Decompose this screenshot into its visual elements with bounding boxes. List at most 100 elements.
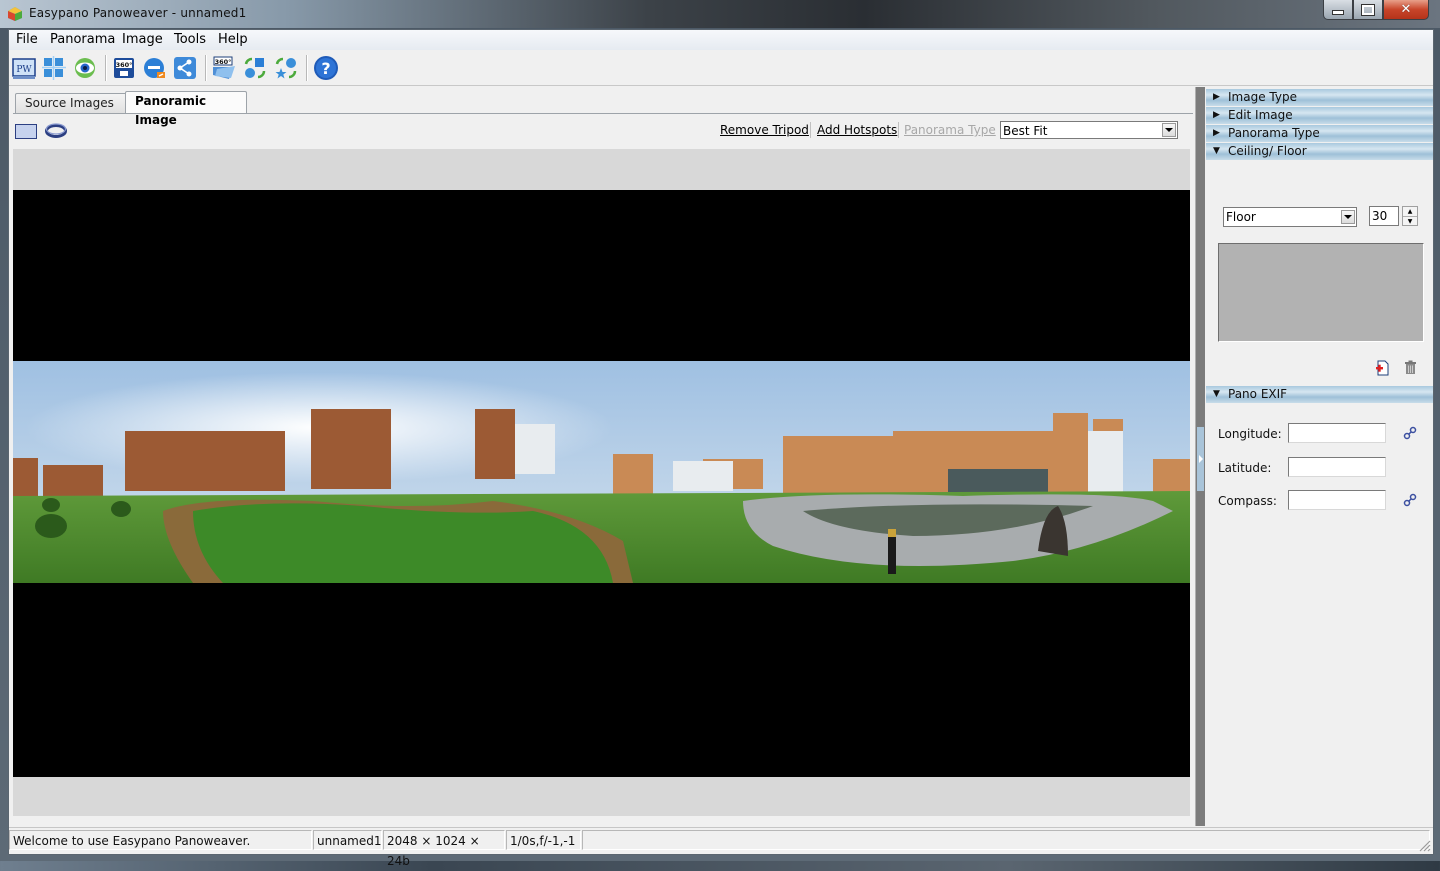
svg-text:360°: 360° (215, 58, 232, 66)
spin-up-icon[interactable]: ▲ (1403, 207, 1417, 217)
menu-bar: File Panorama Image Tools Help (9, 30, 1433, 50)
panorama-workspace: Source Images Panoramic Image Remove Tri… (9, 87, 1196, 826)
pw-icon: PW (12, 58, 36, 79)
longitude-label: Longitude: (1218, 427, 1282, 441)
section-panorama-type[interactable]: ▶ Panorama Type (1206, 125, 1433, 142)
properties-panel: ▶ Image Type ▶ Edit Image ▶ Panorama Typ… (1206, 87, 1433, 826)
add-image-icon[interactable] (1375, 360, 1389, 376)
preview-button[interactable] (72, 55, 98, 81)
open-360-icon: 360° (213, 56, 235, 79)
menu-tools[interactable]: Tools (174, 32, 206, 47)
share-button[interactable] (172, 55, 198, 81)
section-pano-exif[interactable]: ▼ Pano EXIF (1206, 386, 1433, 403)
fit-mode-value: Best Fit (1003, 124, 1048, 138)
panel-splitter[interactable] (1196, 87, 1205, 826)
panorama-canvas[interactable] (13, 149, 1190, 816)
collapse-arrow-icon: ▼ (1213, 146, 1220, 156)
chevron-down-icon (1162, 123, 1176, 137)
collapse-arrow-icon (1199, 455, 1203, 463)
batch-star-button[interactable] (273, 55, 299, 81)
menu-help[interactable]: Help (218, 32, 248, 47)
toolbar-separator (105, 55, 107, 81)
menu-panorama[interactable]: Panorama (50, 32, 115, 47)
maximize-button[interactable] (1353, 0, 1383, 20)
app-window: Easypano Panoweaver - unnamed1 ✕ File Pa… (0, 0, 1440, 868)
tab-source-images[interactable]: Source Images (15, 93, 127, 113)
status-image-dimensions: 2048 × 1024 × 24b (383, 830, 505, 868)
remove-tripod-link[interactable]: Remove Tripod (720, 123, 809, 137)
help-icon: ? (314, 56, 338, 80)
batch-star-icon (275, 57, 297, 79)
patch-size-input[interactable]: 30 (1369, 206, 1399, 226)
add-hotspots-link[interactable]: Add Hotspots (817, 123, 897, 137)
batch-cube-icon (244, 57, 266, 79)
fit-mode-select[interactable]: Best Fit (1000, 121, 1178, 139)
tab-panoramic-image[interactable]: Panoramic Image (125, 91, 247, 127)
link-icon[interactable] (1403, 426, 1417, 440)
open-360-button[interactable]: 360° (211, 55, 237, 81)
app-logo-icon (8, 7, 22, 21)
minimize-icon (1332, 10, 1344, 15)
panorama-image[interactable] (13, 361, 1190, 583)
close-button[interactable]: ✕ (1383, 0, 1429, 20)
save-360-icon: 360° (114, 58, 134, 78)
expand-arrow-icon: ▶ (1213, 92, 1220, 102)
longitude-input[interactable] (1288, 423, 1386, 443)
toolbar-separator (205, 55, 207, 81)
splitter-handle[interactable] (1197, 427, 1204, 491)
panorama-type-link: Panorama Type (904, 123, 996, 137)
section-label: Panorama Type (1228, 126, 1320, 140)
svg-text:?: ? (321, 59, 330, 78)
section-image-type[interactable]: ▶ Image Type (1206, 89, 1433, 106)
section-label: Image Type (1228, 90, 1297, 104)
collapse-arrow-icon: ▼ (1213, 389, 1220, 399)
ceiling-floor-value: Floor (1226, 210, 1256, 224)
title-bar[interactable]: Easypano Panoweaver - unnamed1 ✕ (0, 0, 1440, 28)
menu-image[interactable]: Image (122, 32, 163, 47)
compass-input[interactable] (1288, 490, 1386, 510)
svg-text:PW: PW (16, 65, 32, 75)
expand-arrow-icon: ▶ (1213, 128, 1220, 138)
cylinder-view-icon[interactable] (45, 122, 67, 140)
patch-preview (1218, 243, 1424, 342)
spin-down-icon[interactable]: ▼ (1403, 217, 1417, 226)
svg-text:360°: 360° (116, 61, 133, 69)
menu-file[interactable]: File (16, 32, 38, 47)
resize-grip-icon[interactable] (1417, 838, 1431, 852)
stitch-button[interactable] (41, 55, 67, 81)
toolbar-separator (306, 55, 308, 81)
maximize-icon (1361, 3, 1375, 16)
tab-divider (13, 113, 1193, 114)
section-label: Pano EXIF (1228, 387, 1288, 401)
client-area: File Panorama Image Tools Help PW 360° 3… (8, 29, 1434, 868)
ceiling-floor-select[interactable]: Floor (1223, 207, 1357, 227)
chevron-down-icon (1341, 210, 1355, 224)
toolbar: PW 360° 360° ? (9, 51, 1433, 86)
link-separator (898, 122, 899, 138)
publish-web-icon (144, 58, 165, 78)
status-bar: Welcome to use Easypano Panoweaver. unna… (9, 827, 1433, 868)
batch-cube-button[interactable] (242, 55, 268, 81)
save-360-button[interactable]: 360° (111, 55, 137, 81)
patch-size-spinner[interactable]: ▲ ▼ (1402, 206, 1418, 226)
section-ceiling-floor[interactable]: ▼ Ceiling/ Floor (1206, 143, 1433, 160)
latitude-input[interactable] (1288, 457, 1386, 477)
minimize-button[interactable] (1323, 0, 1353, 20)
close-icon: ✕ (1400, 2, 1412, 17)
status-project-name: unnamed1 (313, 830, 382, 850)
patch-size-value: 30 (1372, 209, 1388, 223)
trash-icon[interactable] (1404, 360, 1417, 375)
section-edit-image[interactable]: ▶ Edit Image (1206, 107, 1433, 124)
share-icon (174, 57, 196, 79)
section-label: Ceiling/ Floor (1228, 144, 1307, 158)
compass-label: Compass: (1218, 494, 1277, 508)
status-empty-cell (582, 830, 1430, 850)
flat-view-button[interactable] (15, 124, 37, 139)
link-icon[interactable] (1403, 493, 1417, 507)
expand-arrow-icon: ▶ (1213, 110, 1220, 120)
status-message: Welcome to use Easypano Panoweaver. (9, 830, 312, 850)
pw-button[interactable]: PW (11, 55, 37, 81)
help-button[interactable]: ? (313, 55, 339, 81)
publish-web-button[interactable] (142, 55, 168, 81)
window-title: Easypano Panoweaver - unnamed1 (29, 6, 247, 20)
